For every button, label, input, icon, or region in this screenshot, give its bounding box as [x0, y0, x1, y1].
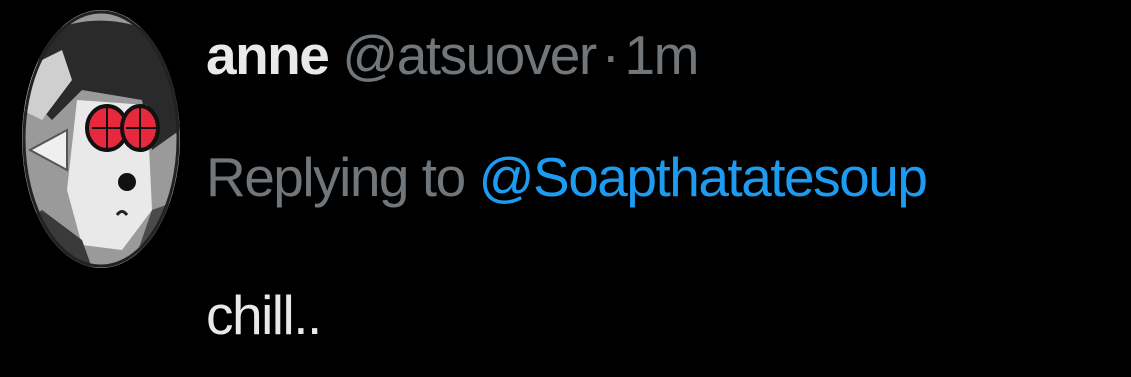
avatar-image-icon	[22, 10, 180, 268]
timestamp[interactable]: 1m	[625, 20, 700, 90]
author-handle[interactable]: @atsuover	[342, 20, 597, 90]
tweet-header: anne @atsuover · 1m	[206, 20, 700, 90]
reply-context: Replying to @Soapthatatesoup	[206, 142, 928, 212]
separator-dot: ·	[601, 24, 620, 86]
reply-to-handle-link[interactable]: @Soapthatatesoup	[479, 146, 928, 208]
tweet-text: chill..	[206, 284, 322, 346]
tweet: anne @atsuover · 1m Replying to @Soapthat…	[0, 0, 1131, 377]
display-name[interactable]: anne	[206, 20, 330, 90]
reply-prefix: Replying to	[206, 146, 466, 208]
avatar[interactable]	[22, 10, 180, 268]
